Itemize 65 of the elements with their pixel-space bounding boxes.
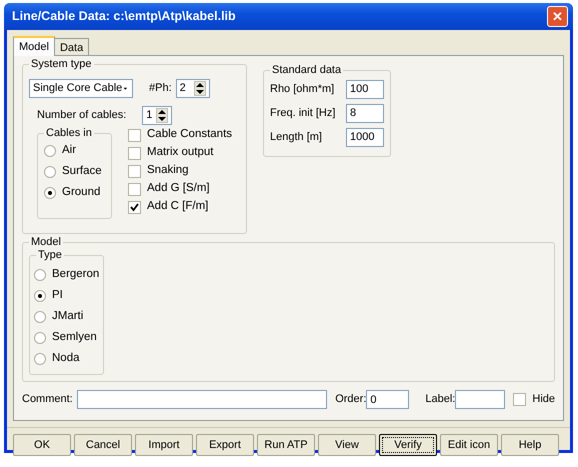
dialog-button[interactable]: Verify	[379, 434, 437, 456]
radio-label: Surface	[62, 164, 102, 179]
input-field[interactable]: 100	[346, 80, 384, 98]
radio-button[interactable]	[44, 166, 56, 178]
radio-label: PI	[52, 288, 63, 303]
phases-spinner[interactable]: 2	[176, 79, 210, 98]
radio-label: Bergeron	[52, 266, 100, 282]
group-title: Model	[29, 236, 63, 248]
checkbox-label: Matrix output	[147, 145, 214, 160]
input-field[interactable]: 1000	[346, 128, 384, 146]
order-field[interactable]: 0	[366, 390, 410, 409]
tab[interactable]: Data	[54, 38, 90, 55]
phases-label: #Ph:	[149, 81, 172, 96]
order-label: Order:	[335, 392, 366, 408]
radio-button[interactable]	[34, 310, 46, 322]
group-title: Type	[36, 249, 64, 261]
radio-button[interactable]	[34, 332, 46, 344]
field-label: Freq. init [Hz]	[270, 106, 336, 121]
radio-button[interactable]	[34, 352, 46, 364]
input-field[interactable]: 8	[346, 104, 384, 122]
spin-arrows-icon	[158, 110, 166, 121]
dialog-button[interactable]: OK	[13, 434, 71, 456]
dialog-button[interactable]: Export	[196, 434, 254, 456]
cable-type-dropdown[interactable]: Single Core Cable	[29, 79, 133, 98]
field-label: Length [m]	[270, 130, 322, 145]
cables-spinner[interactable]: 1	[142, 106, 172, 125]
radio-button[interactable]	[34, 268, 46, 280]
label-label: Label:	[425, 392, 456, 408]
tab[interactable]: Model	[13, 36, 55, 56]
group-title: Standard data	[270, 64, 344, 76]
radio-button[interactable]	[44, 186, 56, 198]
cables-label: Number of cables:	[37, 108, 126, 124]
close-button[interactable]: ✕	[547, 6, 568, 27]
checkbox[interactable]	[128, 200, 141, 214]
dialog-button[interactable]: View	[318, 434, 376, 456]
checkbox-label: Snaking	[147, 163, 189, 178]
dialog-button[interactable]: Edit icon	[440, 434, 498, 456]
dialog-button[interactable]: Cancel	[74, 434, 132, 456]
window-title: Line/Cable Data: c:\emtp\Atp\kabel.lib	[12, 8, 237, 26]
field-label: Rho [ohm*m]	[270, 82, 334, 97]
checkbox[interactable]	[128, 164, 141, 178]
group-title: Cables in	[44, 127, 94, 139]
checkbox[interactable]	[128, 128, 141, 142]
dialog-button[interactable]: Run ATP	[257, 434, 315, 456]
radio-label: Noda	[52, 350, 80, 366]
checkbox-label: Add C [F/m]	[147, 199, 208, 214]
radio-label: Ground	[62, 184, 100, 200]
checkbox-label: Cable Constants	[147, 127, 232, 142]
label-field[interactable]	[455, 390, 506, 409]
comment-field[interactable]	[76, 390, 328, 409]
hide-checkbox[interactable]	[513, 393, 526, 406]
dialog-button[interactable]: Help	[501, 434, 559, 456]
dialog-button[interactable]: Import	[135, 434, 193, 456]
radio-button[interactable]	[44, 144, 56, 156]
radio-label: JMarti	[52, 308, 84, 324]
hide-label: Hide	[532, 392, 555, 408]
checkbox-label: Add G [S/m]	[147, 181, 210, 196]
checkbox[interactable]	[128, 182, 141, 196]
radio-button[interactable]	[34, 290, 46, 302]
radio-label: Air	[62, 142, 76, 158]
checkbox[interactable]	[128, 146, 141, 160]
radio-label: Semlyen	[52, 330, 97, 345]
spin-arrows-icon	[196, 83, 204, 94]
group-title: System type	[29, 58, 94, 70]
comment-label: Comment:	[22, 392, 73, 408]
